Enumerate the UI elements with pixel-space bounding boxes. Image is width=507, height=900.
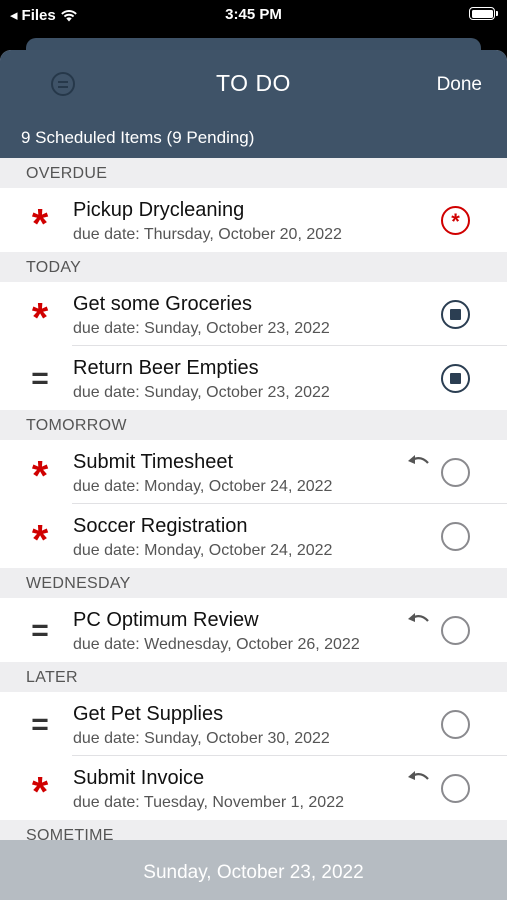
- list-item[interactable]: * Soccer Registration due date: Monday, …: [0, 504, 507, 568]
- asterisk-icon: *: [31, 200, 49, 247]
- list-item[interactable]: = PC Optimum Review due date: Wednesday,…: [0, 598, 507, 662]
- item-title: Get Pet Supplies: [73, 703, 224, 725]
- section-header-wednesday: WEDNESDAY: [0, 568, 507, 598]
- list-item[interactable]: * Submit Timesheet due date: Monday, Oct…: [0, 440, 507, 504]
- status-time: 3:45 PM: [225, 6, 282, 23]
- item-due-date: due date: Monday, October 24, 2022: [73, 478, 333, 495]
- item-title: Soccer Registration: [73, 515, 248, 537]
- item-title: Submit Invoice: [73, 767, 205, 789]
- asterisk-icon: *: [31, 452, 49, 499]
- stop-status-button[interactable]: [441, 364, 470, 393]
- undo-arrow-icon[interactable]: [406, 768, 432, 788]
- page-title: TO DO: [216, 70, 291, 96]
- item-title: Pickup Drycleaning: [73, 199, 245, 221]
- nav-bar: TO DO Done 9 Scheduled Items (9 Pending): [0, 50, 507, 158]
- asterisk-icon: *: [31, 768, 49, 815]
- section-header-later: LATER: [0, 662, 507, 692]
- section-header-today: TODAY: [0, 252, 507, 282]
- section-header-overdue: OVERDUE: [0, 158, 507, 188]
- complete-checkbox[interactable]: [441, 710, 470, 739]
- list-item[interactable]: * Submit Invoice due date: Tuesday, Nove…: [0, 756, 507, 820]
- battery-icon: [469, 7, 498, 20]
- section-header-tomorrow: TOMORROW: [0, 410, 507, 440]
- item-due-date: due date: Sunday, October 23, 2022: [73, 384, 330, 401]
- list-item[interactable]: * Pickup Drycleaning due date: Thursday,…: [0, 188, 507, 252]
- stop-status-button[interactable]: [441, 300, 470, 329]
- asterisk-icon: *: [31, 516, 49, 563]
- item-due-date: due date: Tuesday, November 1, 2022: [73, 794, 344, 811]
- todo-list[interactable]: OVERDUE * Pickup Drycleaning due date: T…: [0, 158, 507, 850]
- item-title: Submit Timesheet: [73, 451, 234, 473]
- undo-arrow-icon[interactable]: [406, 610, 432, 630]
- equals-icon: =: [31, 362, 49, 395]
- item-due-date: due date: Sunday, October 30, 2022: [73, 730, 330, 747]
- item-due-date: due date: Sunday, October 23, 2022: [73, 320, 330, 337]
- item-title: Return Beer Empties: [73, 357, 259, 379]
- complete-checkbox[interactable]: [441, 458, 470, 487]
- done-button[interactable]: Done: [437, 74, 482, 96]
- undo-arrow-icon[interactable]: [406, 452, 432, 472]
- equals-icon: =: [31, 708, 49, 741]
- item-due-date: due date: Wednesday, October 26, 2022: [73, 636, 360, 653]
- items-summary: 9 Scheduled Items (9 Pending): [21, 128, 255, 147]
- todo-sheet: TO DO Done 9 Scheduled Items (9 Pending)…: [0, 50, 507, 900]
- item-due-date: due date: Monday, October 24, 2022: [73, 542, 333, 559]
- equals-icon: =: [31, 614, 49, 647]
- status-bar: ◂ Files 3:45 PM: [0, 0, 507, 30]
- date-footer[interactable]: Sunday, October 23, 2022: [0, 840, 507, 900]
- list-item[interactable]: * Get some Groceries due date: Sunday, O…: [0, 282, 507, 346]
- complete-checkbox[interactable]: [441, 522, 470, 551]
- complete-checkbox[interactable]: [441, 616, 470, 645]
- complete-checkbox[interactable]: [441, 774, 470, 803]
- list-item[interactable]: = Get Pet Supplies due date: Sunday, Oct…: [0, 692, 507, 756]
- item-title: Get some Groceries: [73, 293, 252, 315]
- asterisk-icon: *: [31, 294, 49, 341]
- item-due-date: due date: Thursday, October 20, 2022: [73, 226, 342, 243]
- item-title: PC Optimum Review: [73, 609, 259, 631]
- overdue-status-button[interactable]: *: [441, 206, 470, 235]
- list-item[interactable]: = Return Beer Empties due date: Sunday, …: [0, 346, 507, 410]
